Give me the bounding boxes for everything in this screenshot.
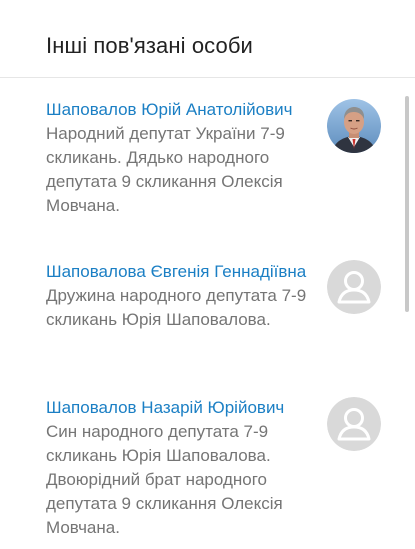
avatar-placeholder[interactable] [327,397,381,451]
list-item: Шаповалова Євгенія Геннадіївна Дружина н… [46,260,316,332]
list-item: Шаповалов Юрій Анатолійович Народний деп… [46,98,316,218]
related-persons-panel: Інші пов'язані особи Шаповалов Юрій Анат… [0,0,415,549]
person-description: Дружина народного депутата 7-9 скликань … [46,286,307,329]
user-icon [327,397,381,451]
person-description: Син народного депутата 7-9 скликань Юрія… [46,422,283,537]
panel-title: Інші пов'язані особи [46,33,253,58]
avatar-photo[interactable] [327,99,381,153]
avatar-placeholder[interactable] [327,260,381,314]
person-name-link[interactable]: Шаповалов Назарій Юрійович [46,396,306,420]
scrollbar-thumb[interactable] [405,96,409,312]
list-item: Шаповалов Назарій Юрійович Син народного… [46,396,306,540]
user-icon [327,260,381,314]
person-description: Народний депутат України 7-9 скликань. Д… [46,124,285,215]
person-name-link[interactable]: Шаповалова Євгенія Геннадіївна [46,260,316,284]
related-persons-list[interactable]: Шаповалов Юрій Анатолійович Народний деп… [0,79,415,549]
panel-header: Інші пов'язані особи [0,0,415,78]
person-photo [327,99,381,153]
person-name-link[interactable]: Шаповалов Юрій Анатолійович [46,98,316,122]
